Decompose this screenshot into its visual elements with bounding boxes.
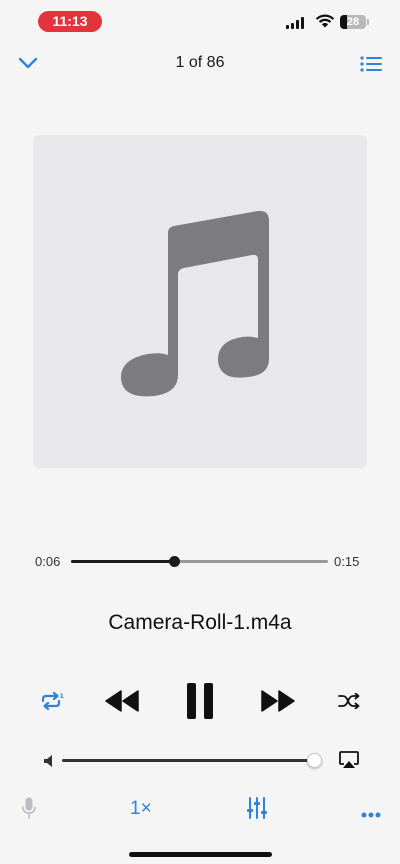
repeat-one-icon[interactable]: 1 (40, 691, 65, 715)
status-time[interactable]: 11:13 (38, 11, 102, 32)
volume-thumb[interactable] (306, 753, 322, 768)
battery-percent: 28 (346, 16, 360, 28)
home-indicator[interactable] (129, 852, 272, 857)
volume-row (0, 748, 400, 772)
volume-fill (62, 759, 314, 762)
elapsed-time: 0:06 (35, 554, 61, 569)
remaining-time: 0:15 (334, 554, 360, 569)
list-icon[interactable] (360, 55, 382, 78)
album-artwork (33, 135, 367, 468)
speaker-icon (44, 754, 54, 772)
status-bar: 11:13 28 (0, 0, 400, 44)
microphone-icon[interactable] (22, 797, 36, 824)
equalizer-icon[interactable] (247, 797, 267, 824)
player-header: 1 of 86 (0, 44, 400, 84)
progress-thumb[interactable] (168, 556, 180, 567)
more-icon[interactable] (361, 805, 381, 823)
transport-controls: 1 (0, 680, 400, 724)
progress-fill (71, 560, 174, 563)
cellular-signal-icon (286, 16, 304, 29)
bottom-toolbar: 1× (0, 795, 400, 825)
svg-text:1: 1 (60, 692, 65, 700)
shuffle-icon[interactable] (338, 692, 360, 714)
track-counter: 1 of 86 (175, 54, 225, 71)
playback-speed-button[interactable]: 1× (130, 798, 152, 820)
volume-slider[interactable] (62, 753, 322, 768)
fast-forward-icon[interactable] (260, 690, 296, 717)
battery-tip (367, 19, 369, 25)
battery-icon: 28 (340, 15, 366, 29)
track-title: Camera-Roll-1.m4a (108, 611, 292, 634)
wifi-icon (315, 13, 335, 33)
rewind-icon[interactable] (104, 690, 140, 717)
progress-slider[interactable] (71, 556, 328, 567)
music-note-icon (120, 211, 269, 397)
airplay-icon[interactable] (339, 751, 359, 774)
progress-row: 0:06 0:15 (0, 552, 400, 572)
pause-icon[interactable] (187, 683, 213, 724)
